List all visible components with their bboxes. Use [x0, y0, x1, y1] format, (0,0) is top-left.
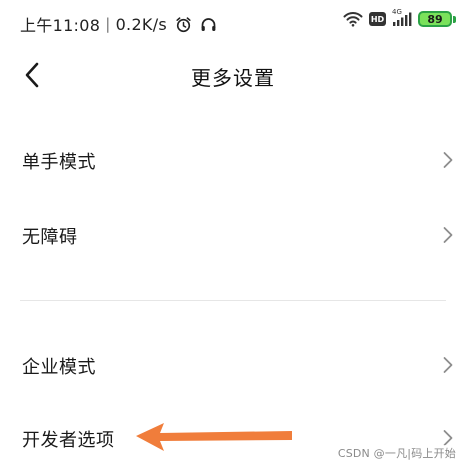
- list-item-one-handed-mode[interactable]: 单手模式: [0, 133, 466, 189]
- annotation-arrow-icon: [136, 423, 292, 451]
- list-item-enterprise-mode[interactable]: 企业模式: [0, 338, 466, 394]
- watermark: CSDN @一凡|码上开始: [335, 445, 458, 461]
- section-divider: [20, 300, 446, 301]
- battery-tip: [453, 15, 456, 23]
- network-type-label: 4G: [392, 7, 402, 16]
- list-item-accessibility[interactable]: 无障碍: [0, 208, 466, 264]
- battery-icon: 89: [418, 11, 452, 27]
- status-bar-right: HD 4G 89: [337, 8, 456, 27]
- list-item-label: 无障碍: [22, 227, 78, 248]
- signal-icon: 4G: [392, 8, 412, 27]
- alarm-icon: [175, 16, 192, 33]
- page-title: 更多设置: [191, 66, 275, 90]
- list-item-label: 企业模式: [22, 357, 96, 378]
- status-bar-left: 上午11:08 | 0.2K/s: [20, 12, 217, 36]
- chevron-right-icon: [443, 227, 453, 243]
- settings-screen: 上午11:08 | 0.2K/s HD 4G 89 更多设置 单手模式 无障碍 …: [0, 0, 466, 469]
- chevron-right-icon: [443, 357, 453, 373]
- headset-icon: [200, 16, 217, 33]
- list-item-label: 单手模式: [22, 152, 96, 173]
- list-item-label: 开发者选项: [22, 430, 115, 451]
- status-time: 上午11:08: [20, 16, 101, 35]
- status-bar: 上午11:08 | 0.2K/s HD 4G 89: [0, 0, 466, 46]
- battery-level: 89: [427, 12, 443, 26]
- hd-icon: HD: [369, 12, 386, 26]
- status-separator: |: [105, 15, 111, 33]
- network-speed: 0.2K/s: [115, 14, 168, 34]
- wifi-icon: [343, 11, 363, 27]
- chevron-right-icon: [443, 152, 453, 168]
- page-header: 更多设置: [0, 50, 466, 100]
